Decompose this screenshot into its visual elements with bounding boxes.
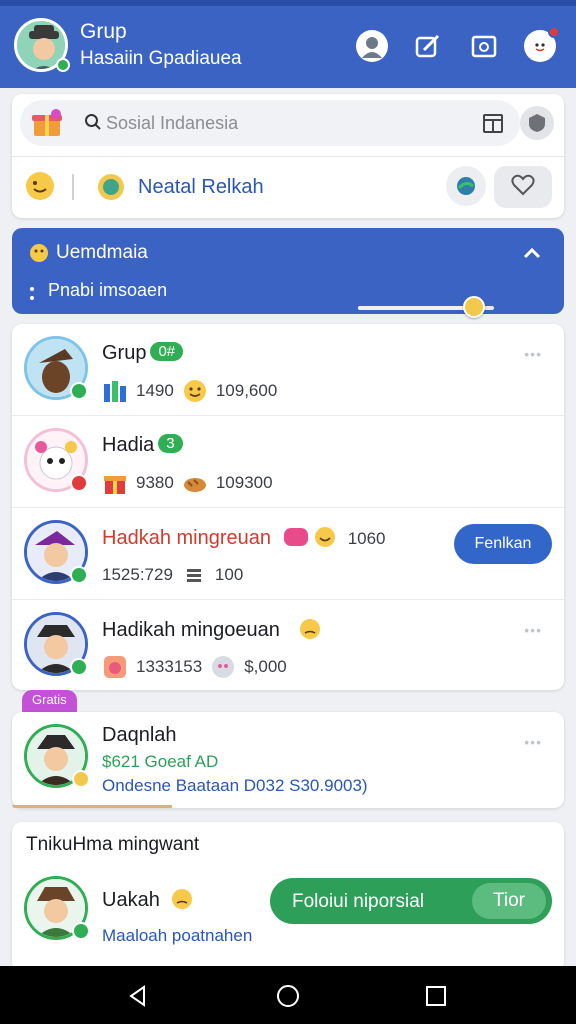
status-badge [72,770,90,788]
banner-title: Uemdmaia [56,242,148,263]
join-button[interactable]: Fenlkan [454,524,552,564]
status-badge [72,922,90,940]
more-icon[interactable]: ••• [524,734,542,750]
group-list: Grup 0# 1490 109,600 ••• Hadia 3 9380 1093… [12,324,564,690]
status-badge [70,474,88,492]
suggestion-card: TnikuHma mingwant Uakah Maaloah poatnahe… [12,822,564,972]
follow-sub-button[interactable]: Tior [472,883,546,919]
featured-name: Daqnlah [102,724,177,746]
pig-icon [102,654,128,680]
happy-face-icon [314,526,336,548]
member-count: 1060 [347,529,386,548]
featured-card[interactable]: Daqnlah $621 Goeaf AD Ondesne Baataan D0… [12,712,564,808]
online-badge [56,58,70,72]
worried-face-icon [299,618,321,640]
stat-count: 9380 [136,473,174,492]
planet-icon[interactable] [446,166,486,206]
user-name: Uakah [102,888,193,912]
search-icon [84,113,102,136]
archive-icon[interactable] [482,112,504,139]
header-title: Grup [80,20,127,43]
emoji-icon [28,242,50,269]
gift-box-icon [102,470,128,496]
quick-label[interactable]: Neatal Relkah [138,176,264,199]
list-item[interactable]: Hadikah mingoeuan 1333153 $,000 ••• [12,600,564,690]
progress-knob[interactable] [462,296,485,318]
ghost-icon [210,654,236,680]
bullet-icon [30,286,34,302]
chevron-up-icon[interactable] [522,246,542,265]
stat-members: 109300 [215,473,273,492]
divider [12,156,564,157]
list-icon [181,562,207,588]
stat-count: 1525:729 [102,565,173,584]
home-icon[interactable] [276,984,300,1008]
status-badge [70,658,88,676]
sticker-icon [283,526,309,548]
group-name: Hadkah mingreuan 1060 [102,526,386,549]
back-icon[interactable] [126,984,150,1008]
smile-emoji-icon [182,378,208,404]
group-name: Hadikah mingoeuan [102,618,321,642]
system-nav-bar [0,966,576,1024]
notification-badge [548,26,560,38]
sad-face-icon [171,888,193,910]
featured-detail: Ondesne Baataan D032 S30.9003) [102,776,368,795]
featured-progress [12,805,172,808]
heart-button[interactable] [494,166,552,208]
gift-icon[interactable] [30,106,64,145]
group-tag: 3 [158,434,183,453]
featured-price: $621 Goeaf AD [102,752,219,771]
recents-icon[interactable] [424,984,448,1008]
profile-icon[interactable] [356,30,388,62]
smile-icon[interactable] [24,170,56,207]
more-icon[interactable]: ••• [524,346,542,362]
status-badge [70,382,88,400]
search-card: Neatal Relkah [12,94,564,218]
group-stats: 9380 109300 [102,470,273,496]
announcement-banner[interactable]: Uemdmaia Pnabi imsoaen [12,228,564,318]
user-subtitle: Maaloah poatnahen [102,926,253,945]
shield-icon[interactable] [520,106,554,140]
notification-icon[interactable] [524,26,560,62]
header-subtitle: Hasaiin Gpadiauea [80,48,242,69]
list-item[interactable]: Grup 0# 1490 109,600 ••• [12,324,564,416]
group-name: Hadia 3 [102,434,183,457]
chart-icon [102,378,128,404]
search-bar[interactable] [20,100,520,146]
app-header: Grup Hasaiin Gpadiauea [0,0,576,88]
list-item[interactable]: Hadia 3 9380 109300 [12,416,564,508]
vertical-divider [72,174,74,200]
banner-subtitle: Pnabi imsoaen [48,280,168,300]
stat-count: 1490 [136,381,174,400]
stat-members: 109,600 [215,381,278,400]
search-input[interactable] [106,111,446,135]
stat-members: 100 [214,565,244,584]
bread-icon [182,470,208,496]
edit-icon[interactable] [412,30,444,62]
group-stats: 1490 109,600 [102,378,277,404]
heart-icon [511,174,535,201]
progress-fill [358,306,474,310]
group-name: Grup 0# [102,342,184,365]
group-stats: 1333153 $,000 [102,654,287,680]
stat-count: 1333153 [136,657,203,676]
progress-track [358,296,494,318]
more-icon[interactable]: ••• [524,622,542,638]
status-badge [70,566,88,584]
group-tag: 0# [150,342,184,361]
follow-button[interactable]: Foloiui niporsial Tior [270,878,552,924]
follow-label: Foloiui niporsial [292,891,425,912]
badge-icon [96,172,126,207]
section-title: TnikuHma mingwant [26,834,200,855]
stat-members: $,000 [244,657,287,676]
camera-icon[interactable] [468,30,500,62]
group-stats: 1525:729 100 [102,562,243,588]
list-item[interactable]: Hadkah mingreuan 1060 1525:729 100 Fenlk… [12,508,564,600]
featured-tag: Gratis [22,690,77,712]
